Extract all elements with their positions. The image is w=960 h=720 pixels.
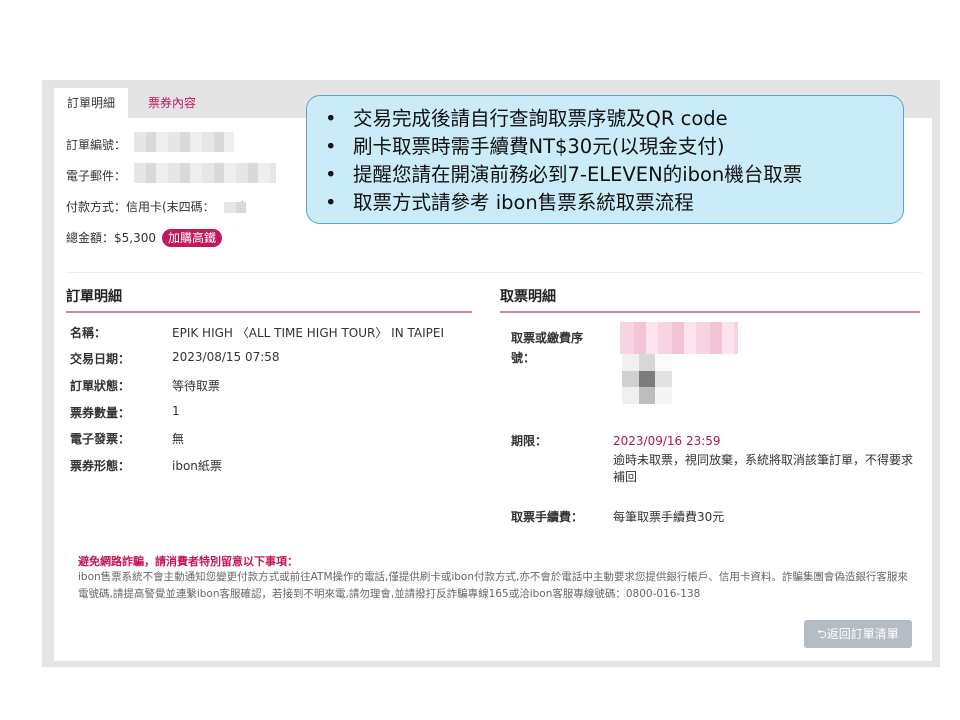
notice-callout: • 交易完成後請自行查詢取票序號及QR code • 刷卡取票時需手續費NT$30元… <box>306 95 904 224</box>
section-divider <box>66 272 922 273</box>
ticket-qty-label: 票券數量： <box>70 406 131 420</box>
buy-rail-badge[interactable]: 加購高鐵 <box>162 229 223 247</box>
undo-icon: ⮌ <box>817 627 827 641</box>
back-button-label: 返回訂單清單 <box>826 627 899 641</box>
email-redacted <box>134 163 276 183</box>
trade-date-value: 2023/08/15 07:58 <box>172 350 280 364</box>
callout-item: • 刷卡取票時需手續費NT$30元(以現金支付) <box>325 135 725 158</box>
fraud-warning-title: 避免網路詐騙，請消費者特別留意以下事項： <box>78 555 298 568</box>
e-invoice-value: 無 <box>172 432 185 446</box>
ticket-qty-value: 1 <box>172 404 180 418</box>
callout-item-text: 刷卡取票時需手續費NT$30元(以現金支付) <box>353 135 725 158</box>
callout-item: • 交易完成後請自行查詢取票序號及QR code <box>325 107 728 130</box>
callout-item-text: 取票方式請參考 ibon售票系統取票流程 <box>353 191 694 214</box>
callout-item: • 取票方式請參考 ibon售票系統取票流程 <box>325 191 694 214</box>
ticket-type-value: ibon紙票 <box>172 459 222 473</box>
total-amount: 總金額：$5,300 <box>66 231 156 245</box>
e-invoice-label: 電子發票： <box>70 432 131 446</box>
pickup-detail-underline <box>500 311 920 313</box>
callout-item-text: 交易完成後請自行查詢取票序號及QR code <box>353 107 728 130</box>
pickup-code-label: 取票或繳費序號： <box>511 331 584 365</box>
order-detail-title: 訂單明細 <box>66 289 122 305</box>
tab-ticket-content[interactable]: 票券內容 <box>142 88 202 119</box>
total-row: 總金額：$5,300 加購高鐵 <box>66 229 223 247</box>
deadline-note: 逾時未取票，視同放棄，系統將取消該筆訂單，不得要求補回 <box>613 453 914 484</box>
trade-date-label: 交易日期： <box>70 352 131 366</box>
fraud-warning-text: ibon售票系統不會主動通知您變更付款方式或前往ATM操作的電話,僅提供刷卡或i… <box>78 571 908 600</box>
pickup-code-redacted <box>620 322 738 354</box>
pickup-fee-label: 取票手續費： <box>511 510 584 524</box>
deadline-value: 2023/09/16 23:59 <box>613 434 721 448</box>
qr-code-redacted <box>622 354 672 404</box>
card-last4-redacted <box>224 202 246 213</box>
tab-order-detail[interactable]: 訂單明細 <box>54 88 128 119</box>
deadline-label: 期限： <box>511 434 548 448</box>
callout-item: • 提醒您請在開演前務必到7-ELEVEN的ibon機台取票 <box>325 163 803 186</box>
order-no-label: 訂單編號： <box>66 138 127 152</box>
ticket-type-label: 票券形態： <box>70 459 131 473</box>
payment-label: 付款方式：信用卡(末四碼： <box>66 200 215 214</box>
order-detail-underline <box>66 311 472 313</box>
callout-item-text: 提醒您請在開演前務必到7-ELEVEN的ibon機台取票 <box>353 163 803 186</box>
email-label: 電子郵件： <box>66 169 127 183</box>
order-status-value: 等待取票 <box>172 379 221 393</box>
pickup-detail-title: 取票明細 <box>500 289 556 305</box>
order-no-redacted <box>134 132 234 152</box>
name-value: EPIK HIGH 〈ALL TIME HIGH TOUR〉 IN TAIPEI <box>172 326 444 340</box>
name-label: 名稱： <box>70 326 107 340</box>
payment-row: 付款方式：信用卡(末四碼：) <box>66 198 245 215</box>
order-status-label: 訂單狀態： <box>70 379 131 393</box>
pickup-fee-value: 每筆取票手續費30元 <box>613 510 725 524</box>
back-to-orders-button[interactable]: ⮌返回訂單清單 <box>804 620 912 648</box>
